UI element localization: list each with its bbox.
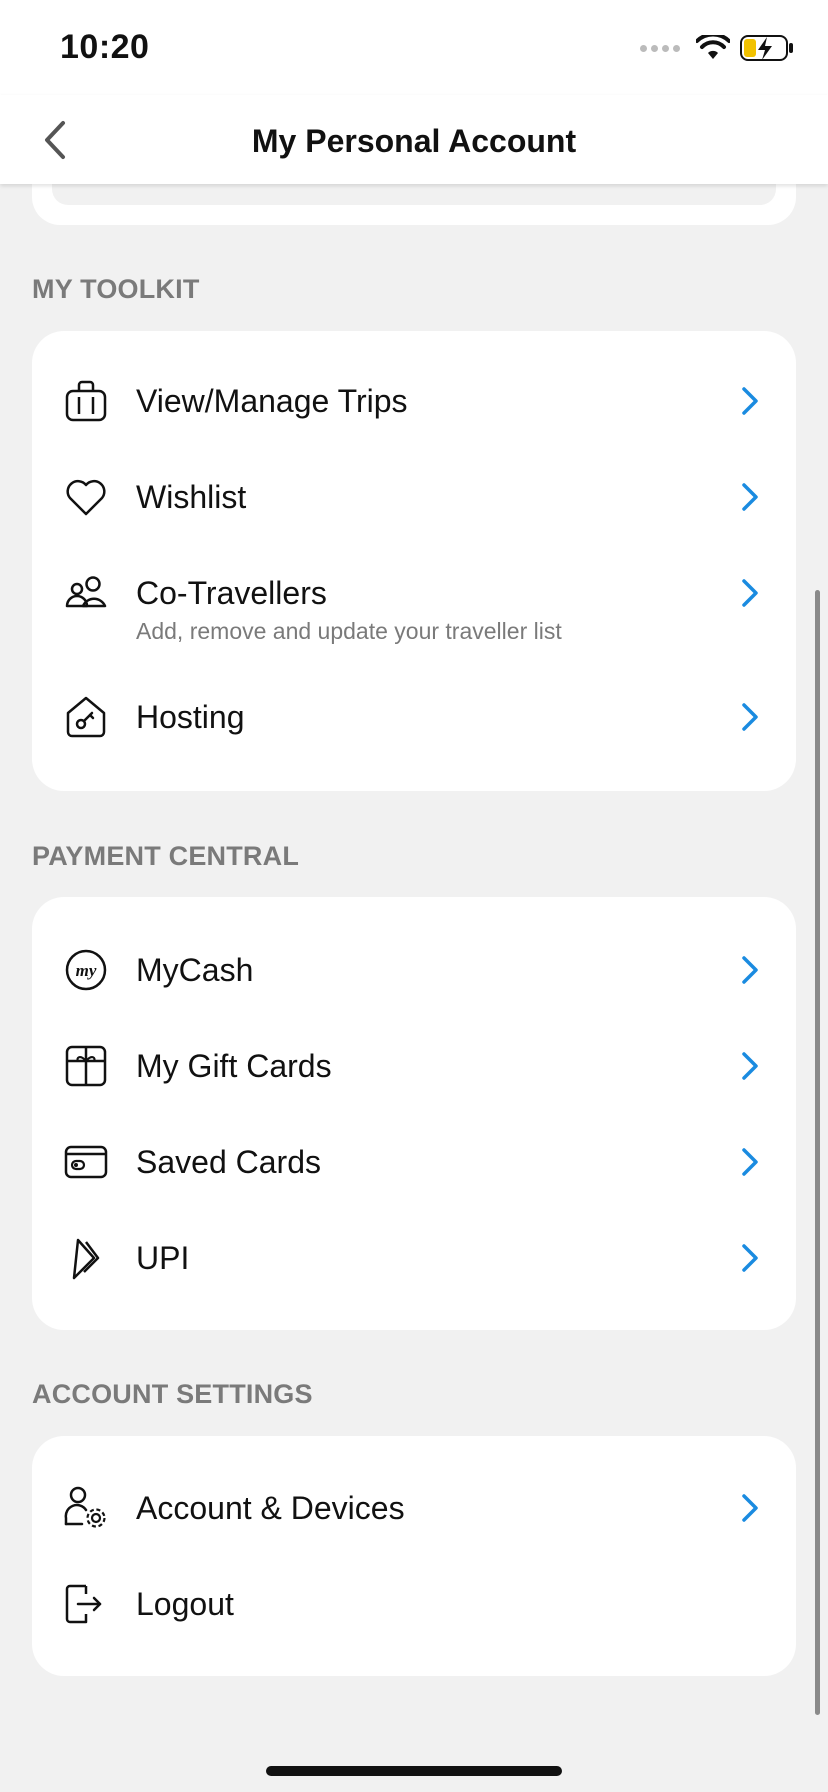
section-header-payment: PAYMENT CENTRAL (32, 841, 300, 871)
status-time: 10:20 (60, 28, 150, 66)
menu-item-label: Co-Travellers (136, 575, 327, 611)
menu-item-label: Saved Cards (136, 1144, 321, 1180)
menu-item-manage-trips[interactable]: View/Manage Trips (32, 353, 796, 449)
status-bar: 10:20 (0, 0, 828, 95)
menu-item-mycash[interactable]: my MyCash (32, 922, 796, 1018)
menu-item-label: Logout (136, 1586, 234, 1622)
chevron-right-icon (738, 1050, 762, 1082)
menu-item-hosting[interactable]: Hosting (32, 669, 796, 765)
svg-text:my: my (76, 961, 97, 980)
menu-item-label: UPI (136, 1240, 190, 1276)
menu-item-label: My Gift Cards (136, 1048, 332, 1084)
menu-item-label: View/Manage Trips (136, 383, 408, 419)
page-title: My Personal Account (251, 123, 577, 159)
menu-item-account-devices[interactable]: Account & Devices (32, 1460, 796, 1556)
menu-item-gift-cards[interactable]: My Gift Cards (32, 1018, 796, 1114)
status-icons (640, 34, 794, 62)
chevron-right-icon (738, 1242, 762, 1274)
scrollbar[interactable] (815, 590, 820, 1715)
chevron-right-icon (738, 385, 762, 417)
wifi-icon (696, 35, 730, 59)
battery-charging-icon (740, 35, 793, 61)
menu-item-logout[interactable]: Logout (32, 1556, 796, 1652)
upi-icon (64, 1236, 108, 1280)
cellular-signal-icon (640, 44, 680, 52)
mycash-icon: my (64, 948, 108, 992)
menu-item-label: MyCash (136, 952, 254, 988)
toolkit-card: View/Manage Trips Wishlist Co-Travellers… (32, 331, 796, 791)
menu-item-label: Hosting (136, 699, 245, 735)
chevron-right-icon (738, 701, 762, 733)
credit-card-icon (64, 1140, 108, 1184)
nav-bar: My Personal Account (0, 95, 828, 184)
chevron-right-icon (738, 577, 762, 609)
home-indicator[interactable] (266, 1766, 562, 1776)
chevron-right-icon (738, 1492, 762, 1524)
chevron-right-icon (738, 1146, 762, 1178)
menu-item-label: Wishlist (136, 479, 247, 515)
gift-card-icon (64, 1044, 108, 1088)
menu-item-co-travellers[interactable]: Co-Travellers Add, remove and update you… (32, 545, 796, 669)
section-header-toolkit: MY TOOLKIT (32, 274, 200, 304)
house-key-icon (64, 695, 108, 739)
menu-item-wishlist[interactable]: Wishlist (32, 449, 796, 545)
menu-item-saved-cards[interactable]: Saved Cards (32, 1114, 796, 1210)
menu-item-label: Account & Devices (136, 1490, 405, 1526)
logout-icon (64, 1582, 108, 1626)
menu-item-upi[interactable]: UPI (32, 1210, 796, 1306)
people-icon (64, 571, 108, 615)
briefcase-icon (64, 379, 108, 423)
payment-card: my MyCash My Gift Cards Saved Cards UPI (32, 897, 796, 1330)
chevron-right-icon (738, 954, 762, 986)
user-gear-icon (64, 1486, 108, 1530)
account-card: Account & Devices Logout (32, 1436, 796, 1676)
menu-item-subtitle: Add, remove and update your traveller li… (136, 618, 562, 644)
section-header-account: ACCOUNT SETTINGS (32, 1379, 313, 1409)
heart-icon (64, 475, 108, 519)
chevron-right-icon (738, 481, 762, 513)
